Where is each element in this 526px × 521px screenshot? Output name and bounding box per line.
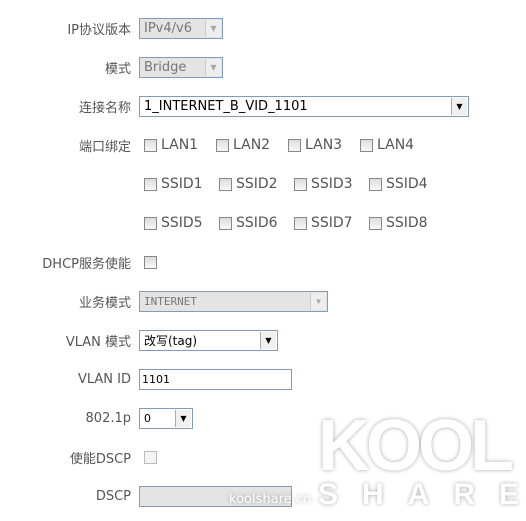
dhcp-checkbox[interactable] bbox=[144, 255, 157, 269]
checkbox-box[interactable] bbox=[219, 216, 232, 230]
checkbox-label: SSID2 bbox=[236, 176, 278, 192]
dscp-enable-label: 使能DSCP bbox=[69, 451, 131, 467]
p8021-value: 0 bbox=[144, 411, 151, 425]
checkbox-box[interactable] bbox=[294, 216, 307, 230]
port-checkbox-ssid6[interactable]: SSID6 bbox=[219, 215, 278, 231]
checkbox-box[interactable] bbox=[144, 216, 157, 230]
port-checkbox-ssid8[interactable]: SSID8 bbox=[369, 215, 428, 231]
port-checkbox-lan1[interactable]: LAN1 bbox=[144, 137, 198, 153]
checkbox-label: SSID1 bbox=[161, 176, 203, 192]
port-checkbox-ssid1[interactable]: SSID1 bbox=[144, 176, 203, 192]
p8021-select[interactable]: 0 ▼ bbox=[139, 407, 193, 429]
p8021-label: 802.1p bbox=[85, 410, 131, 426]
chevron-down-icon: ▼ bbox=[205, 19, 221, 37]
ip-version-label: IP协议版本 bbox=[67, 22, 131, 38]
port-binding-label: 端口绑定 bbox=[78, 139, 131, 155]
checkbox-box[interactable] bbox=[144, 177, 157, 191]
port-checkbox-lan2[interactable]: LAN2 bbox=[216, 137, 270, 153]
checkbox-label: LAN2 bbox=[233, 137, 271, 153]
checkbox-label: LAN1 bbox=[161, 137, 199, 153]
connection-name-select[interactable]: 1_INTERNET_B_VID_1101 ▼ bbox=[139, 95, 469, 117]
checkbox-label: SSID8 bbox=[386, 215, 428, 231]
chevron-down-icon: ▼ bbox=[451, 97, 467, 115]
checkbox-box[interactable] bbox=[144, 138, 157, 152]
checkbox-label: SSID7 bbox=[311, 215, 353, 231]
service-mode-select[interactable]: INTERNET ▼ bbox=[139, 290, 328, 312]
vlan-id-row: VLAN ID 1101 bbox=[0, 368, 526, 390]
checkbox-label: SSID3 bbox=[311, 176, 353, 192]
port-checkbox-ssid2[interactable]: SSID2 bbox=[219, 176, 278, 192]
mode-select[interactable]: Bridge ▼ bbox=[139, 56, 223, 78]
vlan-mode-row: VLAN 模式 改写(tag) ▼ bbox=[0, 329, 526, 351]
port-checkbox-lan4[interactable]: LAN4 bbox=[360, 137, 414, 153]
port-checkbox-ssid3[interactable]: SSID3 bbox=[294, 176, 353, 192]
dscp-enable-checkbox[interactable] bbox=[144, 450, 157, 464]
service-mode-value: INTERNET bbox=[144, 294, 197, 308]
service-mode-label: 业务模式 bbox=[78, 295, 131, 311]
dhcp-row: DHCP服务使能 bbox=[0, 251, 526, 273]
vlan-mode-select[interactable]: 改写(tag) ▼ bbox=[139, 329, 278, 351]
checkbox-box[interactable] bbox=[369, 216, 382, 230]
checkbox-label: SSID4 bbox=[386, 176, 428, 192]
checkbox-label: SSID6 bbox=[236, 215, 278, 231]
checkbox-box[interactable] bbox=[219, 177, 232, 191]
chevron-down-icon: ▼ bbox=[260, 331, 276, 349]
chevron-down-icon: ▼ bbox=[175, 409, 191, 427]
vlan-mode-value: 改写(tag) bbox=[144, 333, 198, 348]
vlan-mode-label: VLAN 模式 bbox=[65, 334, 131, 350]
vlan-id-label: VLAN ID bbox=[77, 371, 131, 387]
ip-version-select[interactable]: IPv4/v6 ▼ bbox=[139, 17, 223, 39]
checkbox-box[interactable] bbox=[360, 138, 373, 152]
chevron-down-icon: ▼ bbox=[205, 58, 221, 76]
vlan-id-input[interactable]: 1101 bbox=[139, 368, 292, 390]
connection-label: 连接名称 bbox=[78, 100, 131, 116]
checkbox-box[interactable] bbox=[294, 177, 307, 191]
port-checkbox-ssid7[interactable]: SSID7 bbox=[294, 215, 353, 231]
connection-name-value: 1_INTERNET_B_VID_1101 bbox=[144, 98, 308, 114]
connection-row: 连接名称 1_INTERNET_B_VID_1101 ▼ bbox=[0, 95, 526, 117]
dhcp-label: DHCP服务使能 bbox=[42, 256, 131, 272]
checkbox-box[interactable] bbox=[216, 138, 229, 152]
mode-row: 模式 Bridge ▼ bbox=[0, 56, 526, 78]
checkbox-label: LAN4 bbox=[377, 137, 415, 153]
ip-version-value: IPv4/v6 bbox=[144, 20, 192, 36]
service-mode-row: 业务模式 INTERNET ▼ bbox=[0, 290, 526, 312]
checkbox-box[interactable] bbox=[288, 138, 301, 152]
port-checkbox-ssid4[interactable]: SSID4 bbox=[369, 176, 428, 192]
checkbox-box[interactable] bbox=[369, 177, 382, 191]
mode-value: Bridge bbox=[144, 59, 187, 75]
port-checkbox-ssid5[interactable]: SSID5 bbox=[144, 215, 203, 231]
chevron-down-icon: ▼ bbox=[310, 292, 326, 310]
mode-label: 模式 bbox=[104, 61, 131, 77]
checkbox-label: SSID5 bbox=[161, 215, 203, 231]
port-checkbox-lan3[interactable]: LAN3 bbox=[288, 137, 342, 153]
ip-version-row: IP协议版本 IPv4/v6 ▼ bbox=[0, 17, 526, 39]
watermark-site: koolshare.cn bbox=[229, 492, 312, 507]
dscp-label: DSCP bbox=[95, 488, 131, 504]
checkbox-label: LAN3 bbox=[305, 137, 343, 153]
